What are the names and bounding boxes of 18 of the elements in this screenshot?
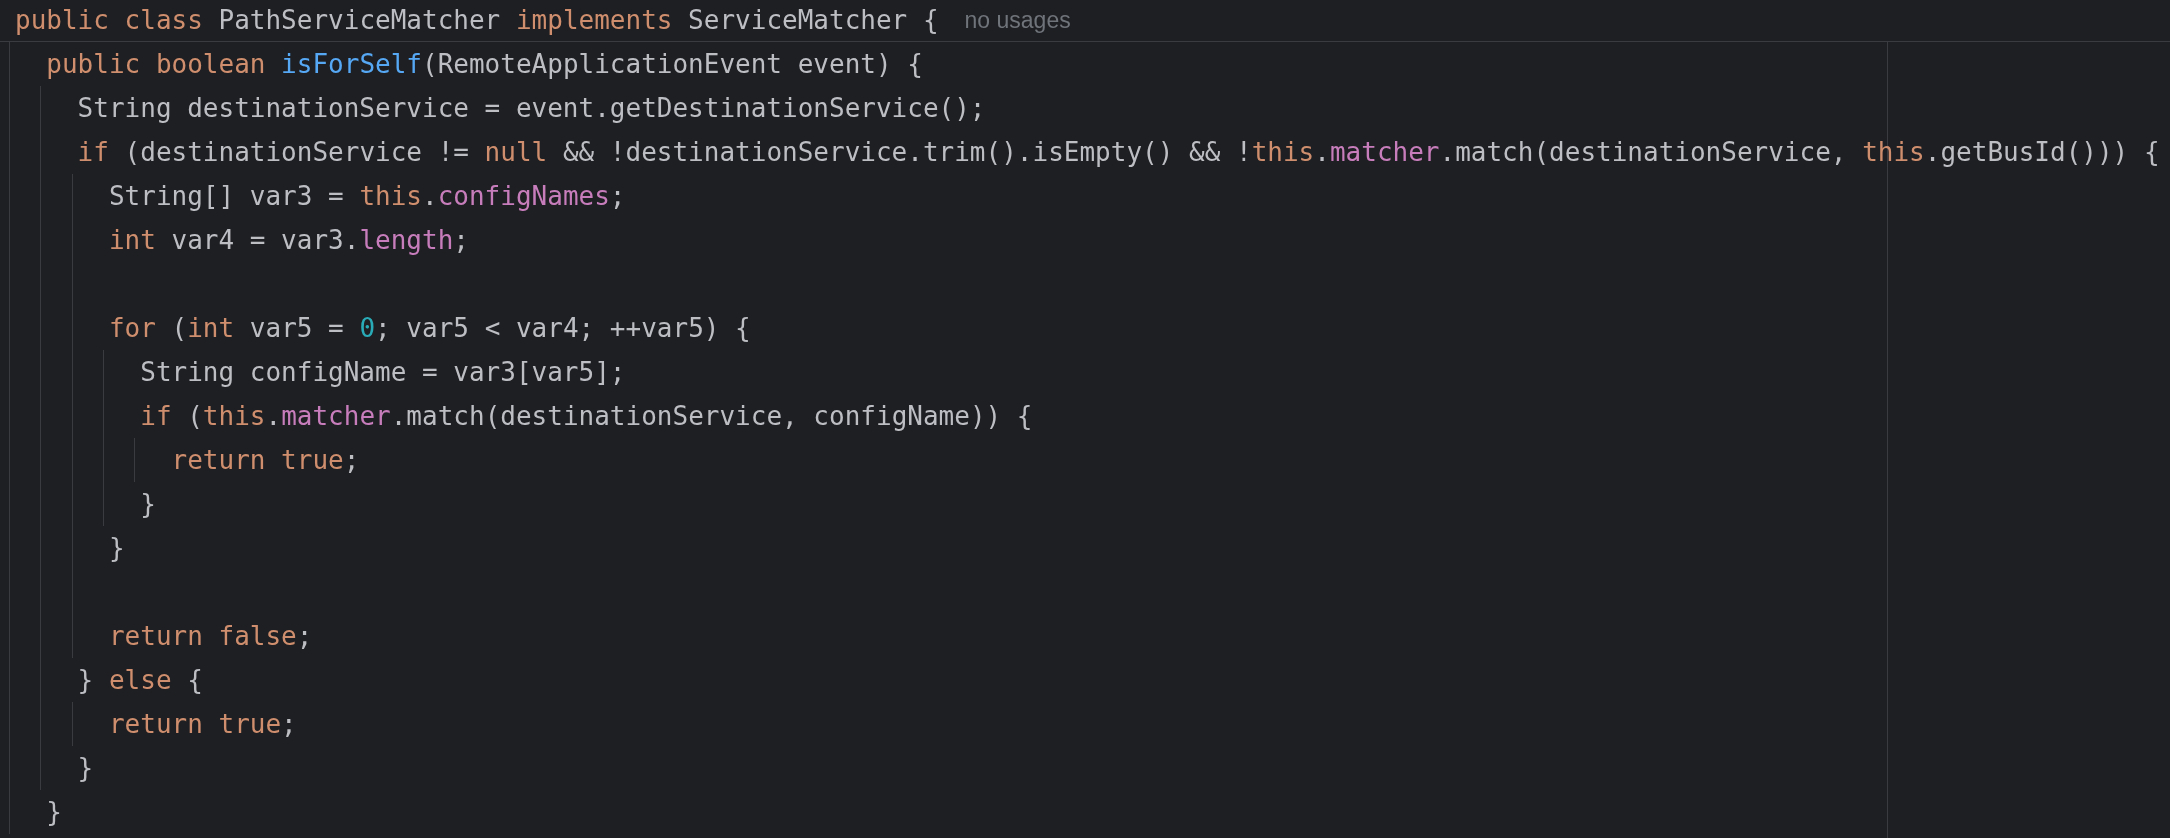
code-line: public class PathServiceMatcher implements ServiceMatcher { — [15, 4, 939, 37]
code-line: } — [107, 532, 125, 565]
code-line: String configName = var3[var5]; — [139, 356, 626, 389]
code-line: if (destinationService != null && !destinationService.trim().isEmpty() && !this.matcher.match(destinationService, this.getBusId())) { — [76, 136, 2160, 169]
code-line: return true; — [107, 708, 297, 741]
usage-hint: no usages — [964, 6, 1071, 36]
code-line: return true; — [170, 444, 360, 477]
code-line: } — [76, 752, 94, 785]
code-line: } else { — [76, 664, 203, 697]
code-line: } — [139, 488, 156, 521]
code-line: for (int var5 = 0; var5 < var4; ++var5) { — [107, 312, 751, 345]
code-line: public boolean isForSelf(RemoteApplicationEvent event) { — [45, 48, 923, 81]
code-line: if (this.matcher.match(destinationService, configName)) { — [139, 400, 1033, 433]
code-line: String[] var3 = this.configNames; — [107, 180, 626, 213]
code-line: int var4 = var3.length; — [107, 224, 469, 257]
code-line: String destinationService = event.getDestinationService(); — [76, 92, 986, 125]
code-line: } — [45, 796, 62, 829]
code-line: return false; — [107, 620, 313, 653]
